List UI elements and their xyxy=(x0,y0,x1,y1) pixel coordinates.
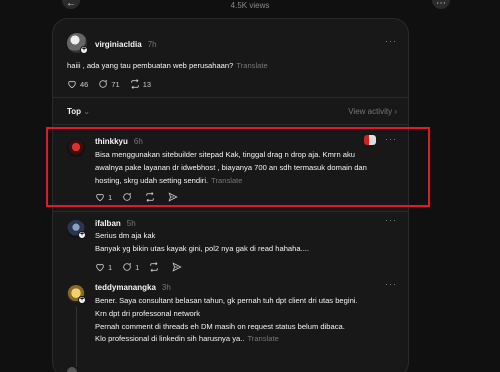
reply-button[interactable]: 1 xyxy=(122,262,139,272)
divider xyxy=(53,124,408,125)
comment-icon xyxy=(123,262,132,271)
repost-icon xyxy=(130,79,139,89)
view-activity-link[interactable]: View activity › xyxy=(348,107,397,116)
chevron-right-icon: › xyxy=(394,107,397,116)
timestamp: 7h xyxy=(147,40,157,49)
share-button[interactable] xyxy=(172,262,185,272)
send-icon xyxy=(172,262,183,272)
repost-count: 13 xyxy=(142,79,152,89)
chevron-down-icon: ⌄ xyxy=(83,107,91,116)
repost-button[interactable]: 13 xyxy=(130,79,151,89)
reply-button[interactable]: 71 xyxy=(98,79,120,89)
post-more-button[interactable]: ··· xyxy=(385,215,397,225)
repost-button[interactable] xyxy=(149,262,162,272)
follow-plus-icon[interactable]: + xyxy=(78,231,86,239)
reply-text: Bener. Saya consultant belasan tahun, gk… xyxy=(95,295,405,346)
divider xyxy=(53,211,408,212)
top-bar: ← 4.5K views ⋯ xyxy=(0,0,500,18)
text-line: Klo professional di linkedin sih harusny… xyxy=(95,334,245,344)
reply-count: 1 xyxy=(135,262,140,272)
text-line: Serius dm aja kak xyxy=(95,231,156,240)
heart-icon xyxy=(96,263,104,272)
divider xyxy=(53,97,408,98)
like-count: 1 xyxy=(108,262,113,272)
sort-dropdown[interactable]: Top ⌄ xyxy=(67,107,90,116)
translate-link[interactable]: Translate xyxy=(236,61,267,70)
post-text: haiii , ada yang tau pembuatan web perus… xyxy=(67,61,268,70)
post-actions: 46 71 13 xyxy=(67,79,161,89)
highlight-box xyxy=(46,127,430,207)
username[interactable]: teddymanangka 3h xyxy=(95,283,171,292)
more-icon: ⋯ xyxy=(436,0,446,9)
like-count: 46 xyxy=(80,79,89,89)
text-line: Bener. Saya consultant belasan tahun, gk… xyxy=(95,296,358,305)
like-button[interactable]: 1 xyxy=(95,262,112,272)
text-line: Krn dpt dri professonal network xyxy=(95,308,201,318)
text-line: Banyak yg bikin utas kayak gini, pol2 ny… xyxy=(95,243,310,253)
reply-actions: 1 1 xyxy=(95,262,195,272)
like-button[interactable]: 46 xyxy=(67,79,88,89)
repost-icon xyxy=(150,262,159,272)
views-count: 4.5K views xyxy=(230,1,270,10)
thread-line xyxy=(76,307,77,367)
text-line: Pernah comment di threads eh DM masih on… xyxy=(95,321,345,331)
timestamp: 5h xyxy=(126,219,136,228)
follow-plus-icon[interactable]: + xyxy=(78,296,86,304)
translate-link[interactable]: Translate xyxy=(247,334,278,343)
username[interactable]: ifalban 5h xyxy=(95,219,136,228)
username[interactable]: virginiacldia 7h xyxy=(95,40,157,49)
reply-count: 71 xyxy=(111,79,120,89)
heart-icon xyxy=(68,80,76,89)
post-more-button[interactable]: ··· xyxy=(385,279,397,289)
comment-icon xyxy=(99,79,108,88)
timestamp: 3h xyxy=(161,283,171,292)
post-more-button[interactable]: ··· xyxy=(385,36,397,46)
reply-text: Serius dm aja kak Banyak yg bikin utas k… xyxy=(95,230,405,256)
follow-plus-icon[interactable]: + xyxy=(80,46,88,54)
mini-avatar xyxy=(67,367,77,372)
